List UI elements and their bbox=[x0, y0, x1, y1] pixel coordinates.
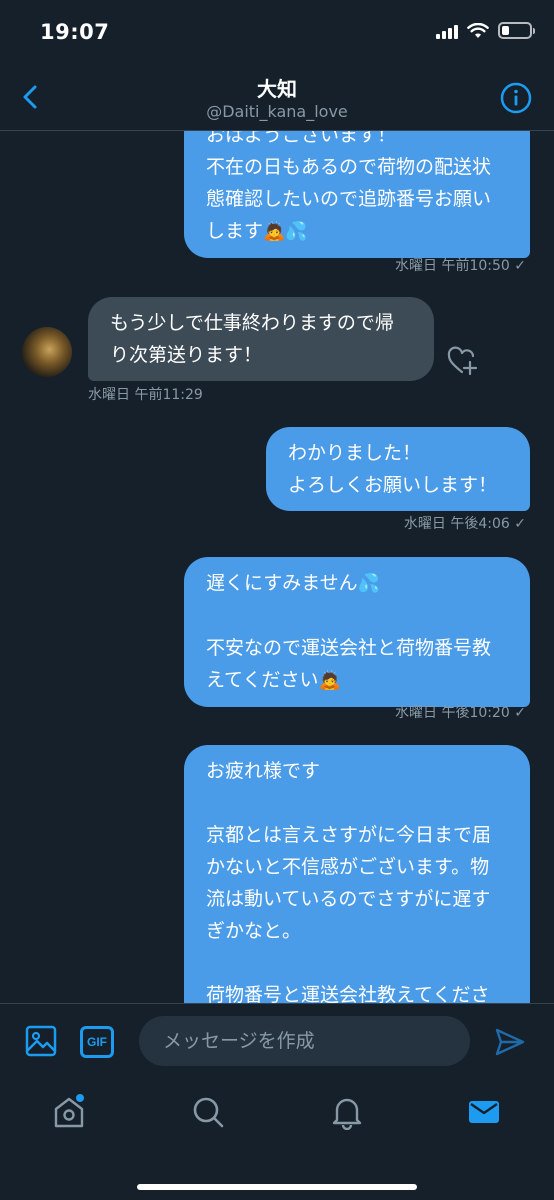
bowing-person-emoji: 🙇 bbox=[318, 670, 341, 691]
avatar[interactable] bbox=[22, 327, 72, 377]
message-text: 荷物番号と運送会社教えてくださ bbox=[206, 984, 490, 1003]
message-text: 不安なので運送会社と荷物番号教 bbox=[206, 637, 492, 659]
bottom-tab-bar bbox=[0, 1078, 554, 1200]
message-text: します bbox=[206, 220, 264, 242]
message-text: おはようございます！ bbox=[206, 131, 397, 146]
gif-button[interactable]: GIF bbox=[80, 1026, 114, 1058]
like-plus-icon[interactable] bbox=[446, 345, 478, 377]
message-text: 京都とは言えさすがに今日まで届 bbox=[206, 824, 492, 846]
image-icon[interactable] bbox=[24, 1024, 58, 1058]
message-timestamp: 水曜日 午前10:50 ✓ bbox=[395, 258, 526, 274]
message-text: り次第送ります！ bbox=[110, 344, 263, 366]
send-icon[interactable] bbox=[494, 1026, 526, 1058]
wifi-icon bbox=[467, 22, 489, 38]
message-bubble-incoming[interactable]: もう少しで仕事終わりますので帰 り次第送ります！ bbox=[88, 297, 434, 381]
conversation-handle: @Daiti_kana_love bbox=[206, 102, 348, 121]
message-text: よろしくお願いします！ bbox=[288, 474, 498, 496]
message-text: お疲れ様です bbox=[206, 760, 321, 782]
status-bar: 19:07 bbox=[0, 0, 554, 64]
search-icon[interactable] bbox=[190, 1094, 226, 1130]
status-time: 19:07 bbox=[40, 20, 110, 44]
message-text: ぎかなと。 bbox=[206, 920, 302, 942]
message-text: 態確認したいので追跡番号お願い bbox=[206, 188, 492, 210]
message-list[interactable]: おはようございます！ 不在の日もあるので荷物の配送状 態確認したいので追跡番号お… bbox=[0, 131, 554, 1003]
message-timestamp: 水曜日 午前11:29 bbox=[88, 387, 203, 403]
message-bubble-outgoing[interactable]: 遅くにすみません💦 不安なので運送会社と荷物番号教 えてください🙇 bbox=[184, 557, 530, 707]
message-text: かないと不信感がございます。物 bbox=[206, 856, 490, 878]
cellular-signal-icon bbox=[436, 23, 458, 39]
message-bubble-outgoing[interactable]: お疲れ様です 京都とは言えさすがに今日まで届 かないと不信感がございます。物 流… bbox=[184, 745, 530, 1003]
message-text: 遅くにすみません bbox=[206, 572, 358, 594]
message-text: わかりました！ bbox=[288, 442, 422, 464]
message-bubble-outgoing[interactable]: おはようございます！ 不在の日もあるので荷物の配送状 態確認したいので追跡番号お… bbox=[184, 131, 530, 258]
message-text: もう少しで仕事終わりますので帰 bbox=[110, 312, 394, 334]
message-timestamp: 水曜日 午後4:06 ✓ bbox=[403, 516, 526, 532]
sweat-droplets-emoji: 💦 bbox=[357, 573, 381, 594]
notifications-icon[interactable] bbox=[329, 1094, 365, 1130]
battery-icon bbox=[498, 22, 535, 39]
conversation-title: 大知 bbox=[257, 77, 297, 101]
status-icons bbox=[436, 22, 535, 39]
home-indicator[interactable] bbox=[137, 1184, 417, 1190]
message-text: えてください bbox=[206, 669, 319, 691]
conversation-header: 大知 @Daiti_kana_love bbox=[0, 64, 554, 131]
message-input[interactable] bbox=[139, 1016, 470, 1066]
messages-icon[interactable] bbox=[466, 1094, 502, 1130]
message-timestamp: 水曜日 午後10:20 ✓ bbox=[395, 705, 526, 721]
message-bubble-outgoing[interactable]: わかりました！ よろしくお願いします！ bbox=[266, 427, 530, 511]
bowing-sweat-emoji: 🙇💦 bbox=[263, 221, 308, 242]
info-icon[interactable] bbox=[500, 82, 532, 114]
message-composer: GIF bbox=[0, 1003, 554, 1078]
home-icon[interactable] bbox=[51, 1094, 87, 1130]
message-text: 不在の日もあるので荷物の配送状 bbox=[206, 156, 492, 178]
message-text: 流は動いているのでさすがに遅す bbox=[206, 888, 491, 910]
